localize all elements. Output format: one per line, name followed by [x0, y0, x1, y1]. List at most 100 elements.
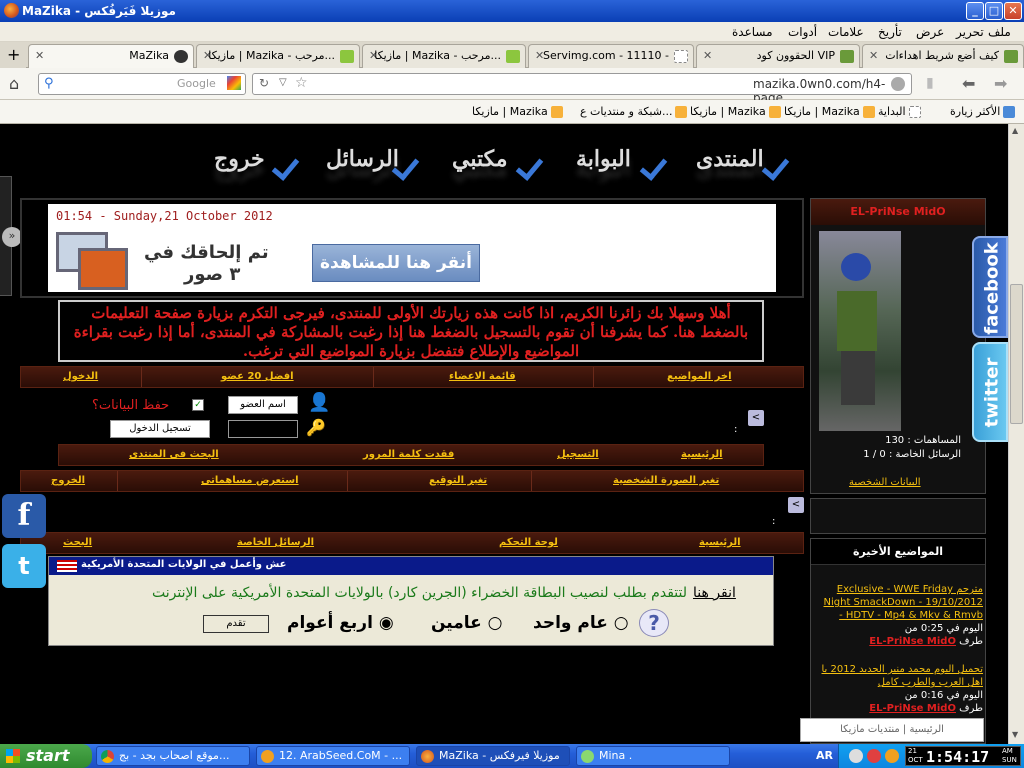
- taskbar-item-arabseed[interactable]: 12. ArabSeed.CoM - ...: [256, 746, 410, 766]
- author-link[interactable]: EL-PriNse MidO: [869, 703, 956, 714]
- topic-link[interactable]: تحميل البوم محمد منير الجديد 2012 يا اهل…: [822, 664, 984, 688]
- bookmark-mazika-1[interactable]: مازيكا | Mazika: [784, 105, 875, 118]
- site-identity-icon[interactable]: [891, 77, 905, 91]
- greencard-link[interactable]: انقر هنا: [693, 585, 736, 601]
- login-submit-button[interactable]: تسجيل الدخول: [110, 420, 210, 438]
- checkmark-icon: [762, 152, 796, 178]
- tab-4[interactable]: ✕ مازيكا | Mazika - مرحب...: [362, 44, 526, 68]
- tray-icon[interactable]: [885, 749, 899, 763]
- password-field[interactable]: [228, 420, 298, 438]
- menu-edit[interactable]: تحرير: [956, 25, 984, 39]
- bookmark-mazika-2[interactable]: مازيكا | Mazika: [690, 105, 781, 118]
- nav-forum[interactable]: المنتدى: [696, 146, 764, 172]
- tray-icon[interactable]: [867, 749, 881, 763]
- facebook-float-icon[interactable]: f: [2, 494, 46, 538]
- scroll-down-icon[interactable]: ▼: [1012, 730, 1018, 739]
- greencard-ad[interactable]: عش وأعمل في الولايات المتحدة الأمريكية ا…: [48, 556, 774, 646]
- search-forum-link[interactable]: البحث فى المنتدى: [129, 449, 219, 460]
- facebook-side-tab[interactable]: facebook: [972, 236, 1008, 338]
- taskbar-item-mina[interactable]: Mina .: [576, 746, 730, 766]
- checkmark-icon: [392, 152, 426, 178]
- minimize-button[interactable]: _: [966, 2, 984, 20]
- home-icon[interactable]: ⌂: [9, 74, 19, 93]
- language-indicator[interactable]: AR: [816, 749, 833, 762]
- nav-messages[interactable]: الرسائل: [326, 146, 399, 172]
- option-4-years[interactable]: اربع أعوام ◉: [287, 613, 394, 633]
- bookmark-network[interactable]: شبكة و منتديات ع...: [580, 105, 688, 118]
- control-panel-link[interactable]: لوحة التحكم: [499, 537, 558, 548]
- login-link[interactable]: الدخول: [63, 371, 98, 382]
- personal-data-link[interactable]: البيانات الشخصية: [849, 477, 921, 488]
- home-link-2[interactable]: الرئيسية: [699, 537, 741, 548]
- profile-name[interactable]: EL-PriNse MidO: [811, 199, 985, 225]
- bookmark-most-visited[interactable]: الأكثر زيارة: [950, 105, 1016, 118]
- start-button[interactable]: start: [0, 744, 92, 768]
- ad-banner[interactable]: 01:54 - Sunday,21 October 2012 تم إلحاقك…: [48, 204, 776, 292]
- tray-icon[interactable]: [849, 749, 863, 763]
- page-scrollbar[interactable]: ▲ ▼: [1008, 124, 1024, 744]
- scroll-up-icon[interactable]: ▲: [1012, 126, 1018, 135]
- new-tab-button[interactable]: +: [0, 44, 26, 68]
- back-icon[interactable]: ⬅: [962, 74, 975, 93]
- signal-icon: ▮: [926, 75, 934, 91]
- change-avatar-link[interactable]: تغير الصورة الشخصية: [613, 475, 719, 486]
- username-button[interactable]: اسم العضو: [228, 396, 298, 414]
- top-20-link[interactable]: افضل 20 عضو: [221, 371, 294, 382]
- google-icon[interactable]: [227, 76, 241, 90]
- change-signature-link[interactable]: تغير التوقيع: [429, 475, 487, 486]
- footer-nav-box[interactable]: الرئيسية | منتديات مازيكا: [800, 718, 984, 742]
- tab-close-icon[interactable]: ✕: [869, 45, 878, 67]
- tab-3[interactable]: ✕ Servimg.com - 11110 -: [528, 44, 694, 68]
- ad-view-button[interactable]: أنقر هنا للمشاهدة: [312, 244, 480, 282]
- menu-bookmarks[interactable]: علامات: [828, 25, 864, 39]
- twitter-side-tab[interactable]: twitter: [972, 342, 1008, 442]
- side-toggle-icon[interactable]: »: [2, 227, 22, 247]
- url-bar[interactable]: ↻ ▽ ☆ mazika.0wn0.com/h4-page: [252, 73, 912, 105]
- latest-topics-link[interactable]: اخر المواضيع: [667, 371, 732, 382]
- greencard-submit-button[interactable]: تقدم: [203, 615, 269, 633]
- search-box[interactable]: ⚲ Google: [38, 73, 246, 95]
- reload-icon[interactable]: ↻: [259, 76, 269, 90]
- nav-portal[interactable]: البوابة: [576, 146, 631, 172]
- tab-mazika-active[interactable]: ✕ MaZika: [28, 44, 194, 69]
- clock[interactable]: 21 OCT 1:54:17 AM SUN: [905, 746, 1021, 766]
- menu-tools[interactable]: أدوات: [788, 25, 817, 39]
- dropdown-icon[interactable]: ▽: [279, 77, 287, 88]
- twitter-float-icon[interactable]: t: [2, 544, 46, 588]
- home-link[interactable]: الرئيسية: [681, 449, 723, 460]
- register-link[interactable]: التسجيل: [557, 449, 599, 460]
- maximize-button[interactable]: □: [985, 2, 1003, 20]
- tab-close-icon[interactable]: ✕: [35, 45, 44, 67]
- members-list-link[interactable]: قائمة الاعضاء: [449, 371, 516, 382]
- tab-2[interactable]: ✕ الحقوون كود VIP: [696, 44, 860, 68]
- search-link[interactable]: البحث: [63, 537, 92, 548]
- forward-icon[interactable]: ➡: [994, 74, 1007, 93]
- option-2-years[interactable]: عامين ○: [431, 613, 503, 633]
- colon-label: :: [734, 424, 738, 435]
- logout-link[interactable]: الخروج: [51, 475, 85, 486]
- nav-mydesk[interactable]: مكتبي: [452, 146, 508, 172]
- lost-password-link[interactable]: فقدت كلمة المرور: [363, 449, 454, 460]
- info-icon: <: [748, 410, 764, 426]
- private-messages-link[interactable]: الرسائل الخاصة: [237, 537, 314, 548]
- close-button[interactable]: ✕: [1004, 2, 1022, 20]
- tab-5[interactable]: ✕ مازيكا | Mazika - مرحب...: [196, 44, 360, 68]
- remember-checkbox[interactable]: ✓: [192, 399, 204, 411]
- bookmark-start[interactable]: البداية: [878, 105, 921, 118]
- menu-view[interactable]: عرض: [916, 25, 944, 39]
- option-1-year[interactable]: عام واحد ○: [533, 613, 629, 633]
- scroll-thumb[interactable]: [1010, 284, 1023, 424]
- nav-logout[interactable]: خروج: [214, 146, 265, 172]
- star-icon[interactable]: ☆: [295, 75, 308, 91]
- tab-1[interactable]: ✕ كيف أضع شريط اهداءات: [862, 44, 1024, 68]
- tab-close-icon[interactable]: ✕: [703, 45, 712, 67]
- topic-link[interactable]: مترجم Exclusive - WWE Friday Night Smack…: [824, 584, 984, 621]
- menu-help[interactable]: مساعدة: [732, 25, 773, 39]
- view-posts-link[interactable]: استعرض مساهماتى: [201, 475, 299, 486]
- author-link[interactable]: EL-PriNse MidO: [869, 636, 956, 647]
- menu-history[interactable]: تأريخ: [878, 25, 902, 39]
- menu-file[interactable]: ملف: [988, 25, 1011, 39]
- taskbar-item-firefox[interactable]: MaZika - موزيلا فيرفكس: [416, 746, 570, 766]
- bookmark-mazika-3[interactable]: مازيكا | Mazika: [472, 105, 563, 118]
- taskbar-item-chrome[interactable]: موقع اصحاب بجد - بج...: [96, 746, 250, 766]
